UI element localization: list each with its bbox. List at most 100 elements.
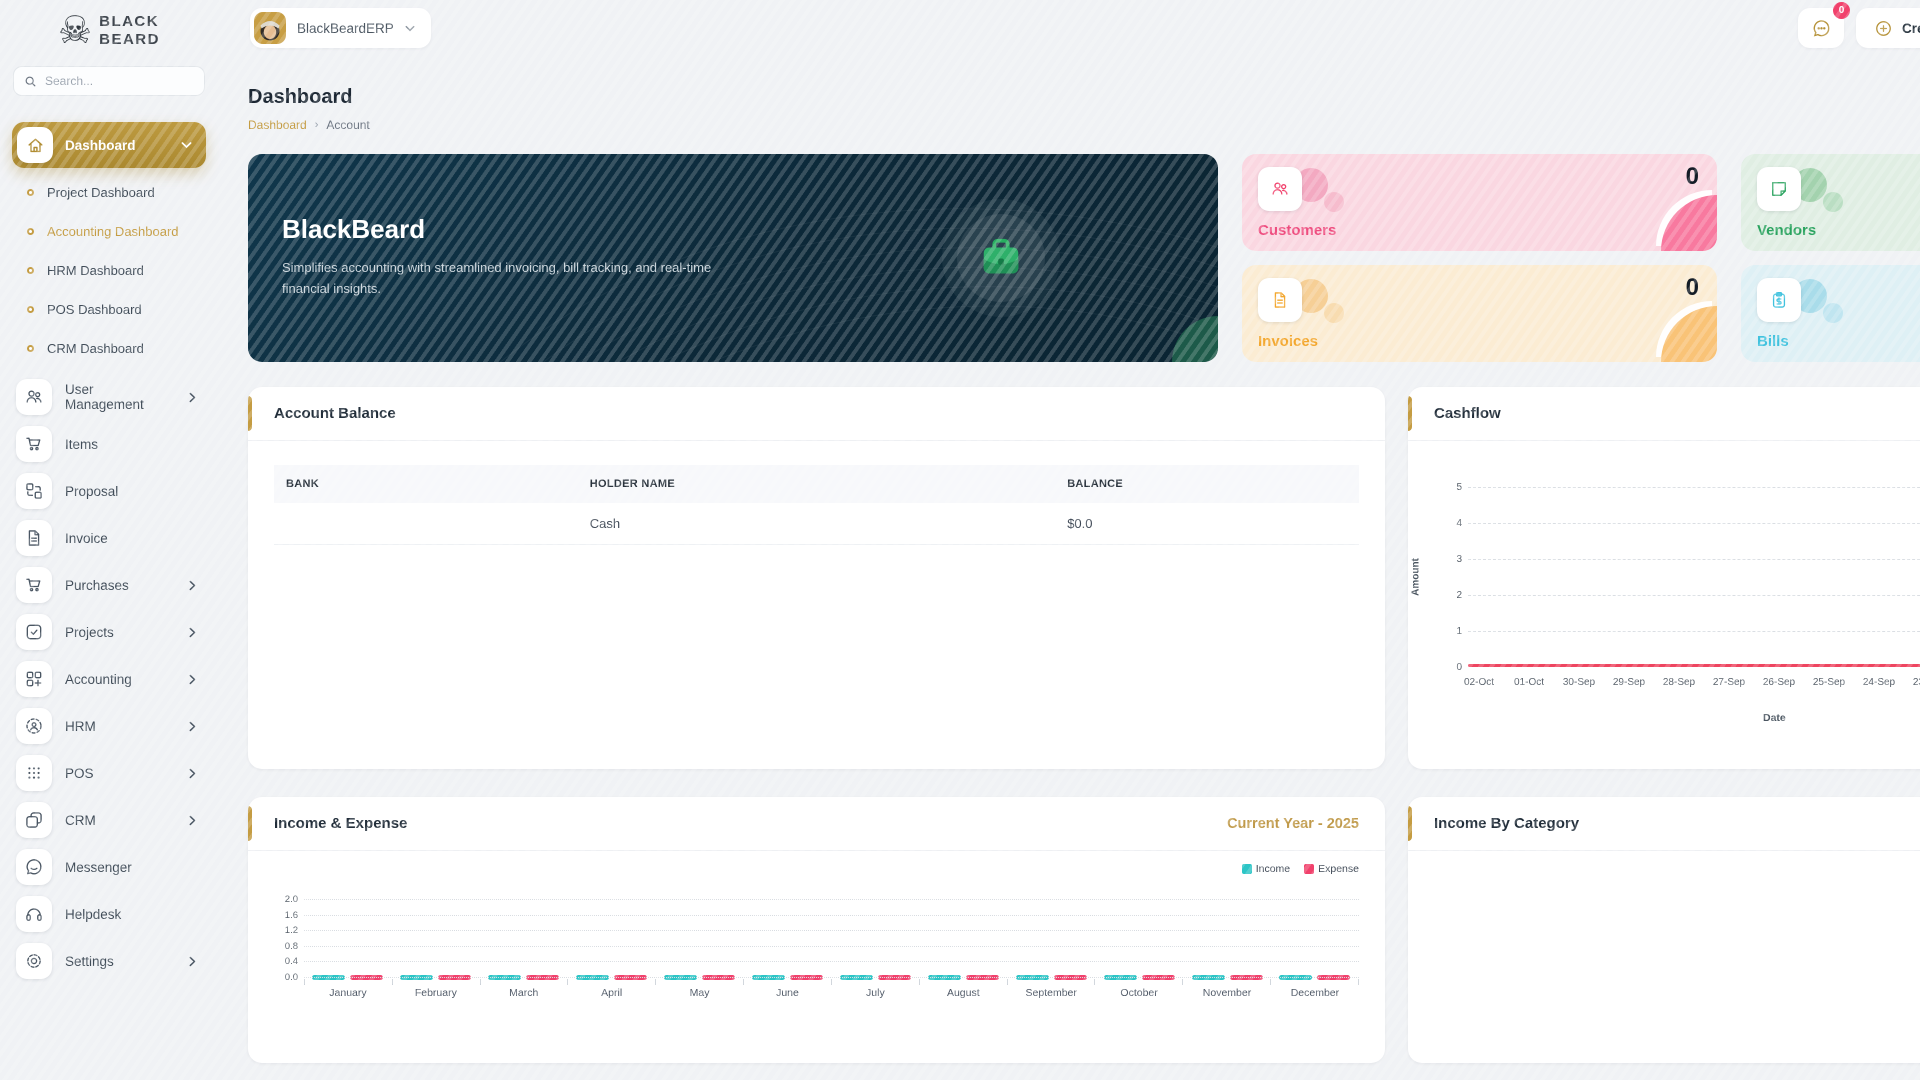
gridline — [1468, 595, 1920, 596]
page-title: Dashboard — [248, 86, 1920, 109]
sidebar-menu: User Management Items Proposal Invoice P… — [0, 374, 218, 984]
hero-banner: BlackBeard Simplifies accounting with st… — [248, 154, 1218, 362]
y-tick-label: 0 — [1442, 662, 1462, 673]
x-tick-label: 25-Sep — [1804, 677, 1854, 688]
sidebar-item-pos[interactable]: POS — [12, 750, 206, 796]
search-input[interactable] — [45, 74, 194, 88]
stat-card-vendors[interactable]: Vendors — [1741, 154, 1920, 251]
sidebar-search[interactable] — [13, 66, 205, 96]
x-tick-label: February — [401, 987, 471, 999]
gridline — [304, 961, 1359, 962]
hero-description: Simplifies accounting with streamlined i… — [282, 258, 712, 300]
chevron-down-icon — [181, 141, 192, 149]
sidebar-subitem-crm-dashboard[interactable]: CRM Dashboard — [0, 329, 218, 368]
sidebar-item-label: Dashboard — [65, 138, 136, 153]
breadcrumb-dashboard-link[interactable]: Dashboard — [248, 118, 307, 132]
gridline — [304, 946, 1359, 947]
chat-bubble-icon — [1811, 18, 1832, 39]
cell-bank — [274, 503, 578, 545]
person-circle-icon — [16, 708, 52, 744]
skull-logo-icon: ☠ — [58, 12, 92, 50]
x-tick-label: 27-Sep — [1704, 677, 1754, 688]
y-tick-label: 5 — [1442, 482, 1462, 493]
sidebar-item-hrm[interactable]: HRM — [12, 703, 206, 749]
top-actions: 0 Create Wo — [1798, 8, 1920, 48]
corner-shape — [1661, 195, 1717, 251]
legend-item-income: Income — [1242, 863, 1290, 875]
table-row: Cash $0.0 — [274, 503, 1359, 545]
cart-icon — [16, 426, 52, 462]
sidebar-item-dashboard[interactable]: Dashboard — [12, 122, 206, 168]
chevron-down-icon — [405, 25, 415, 32]
cashflow-chart: Amount 543210 — [1468, 487, 1920, 667]
sidebar-subitem-accounting-dashboard[interactable]: Accounting Dashboard — [0, 212, 218, 251]
sidebar-subitem-hrm-dashboard[interactable]: HRM Dashboard — [0, 251, 218, 290]
sidebar-subitem-project-dashboard[interactable]: Project Dashboard — [0, 173, 218, 212]
y-tick-label: 0.8 — [276, 941, 298, 952]
notifications-button[interactable]: 0 — [1798, 8, 1844, 48]
income-by-category-title: Income By Category — [1434, 815, 1579, 832]
users-icon — [1258, 167, 1302, 211]
income-expense-subtitle: Current Year - 2025 — [1227, 816, 1359, 832]
chevron-right-icon — [189, 768, 196, 779]
sidebar-item-settings[interactable]: Settings — [12, 938, 206, 984]
clipboard-dollar-icon — [1757, 278, 1801, 322]
stat-label: Vendors — [1757, 222, 1816, 239]
note-icon — [1757, 167, 1801, 211]
table-column-header: BALANCE — [1055, 465, 1359, 503]
y-tick-label: 1.2 — [276, 925, 298, 936]
grid-plus-icon — [16, 661, 52, 697]
create-workspace-button[interactable]: Create Wo — [1856, 8, 1920, 48]
cashflow-x-axis: 02-Oct01-Oct30-Sep29-Sep28-Sep27-Sep26-S… — [1454, 677, 1920, 688]
sidebar-item-items[interactable]: Items — [12, 421, 206, 467]
stat-card-bills[interactable]: Bills — [1741, 265, 1920, 362]
users-icon — [16, 379, 52, 415]
search-icon — [24, 75, 37, 88]
sidebar-item-accounting[interactable]: Accounting — [12, 656, 206, 702]
sidebar-item-purchases[interactable]: Purchases — [12, 562, 206, 608]
bullet-icon — [27, 306, 34, 313]
account-balance-card: Account Balance BANKHOLDER NAMEBALANCE C… — [248, 387, 1385, 769]
chevron-right-icon — [189, 956, 196, 967]
cell-balance: $0.0 — [1055, 503, 1359, 545]
x-tick-label: September — [1016, 987, 1086, 999]
sidebar-item-user-management[interactable]: User Management — [12, 374, 206, 420]
breadcrumb: Dashboard › Account — [248, 118, 1920, 132]
x-tick-label: 26-Sep — [1754, 677, 1804, 688]
sidebar-item-helpdesk[interactable]: Helpdesk — [12, 891, 206, 937]
briefcase-icon — [978, 235, 1024, 281]
decor-circle — [1823, 192, 1843, 212]
headset-icon — [16, 896, 52, 932]
breadcrumb-current: Account — [326, 118, 369, 132]
app-logo: ☠ BLACKBEARD — [0, 12, 218, 50]
sidebar-item-messenger[interactable]: Messenger — [12, 844, 206, 890]
y-tick-label: 1.6 — [276, 910, 298, 921]
sidebar-item-crm[interactable]: CRM — [12, 797, 206, 843]
sidebar-item-proposal[interactable]: Proposal — [12, 468, 206, 514]
chevron-right-icon — [189, 392, 196, 403]
x-tick-label: June — [752, 987, 822, 999]
income-expense-legend: Income Expense — [274, 863, 1359, 875]
income-by-category-card: Income By Category — [1408, 797, 1920, 1063]
create-workspace-label: Create Wo — [1902, 21, 1920, 36]
y-tick-label: 2.0 — [276, 894, 298, 905]
bullet-icon — [27, 189, 34, 196]
card-accent-bar — [248, 396, 252, 431]
gridline — [304, 930, 1359, 931]
y-tick-label: 3 — [1442, 554, 1462, 565]
stat-card-invoices[interactable]: 0 Invoices — [1242, 265, 1717, 362]
sidebar-nav: Dashboard Project Dashboard Accounting D… — [0, 122, 218, 984]
stat-value: 0 — [1686, 274, 1699, 302]
workspace-selector[interactable]: BlackBeardERP — [250, 8, 431, 48]
document-icon — [1258, 278, 1302, 322]
sidebar-item-invoice[interactable]: Invoice — [12, 515, 206, 561]
sidebar-item-projects[interactable]: Projects — [12, 609, 206, 655]
y-tick-label: 1 — [1442, 626, 1462, 637]
stat-card-customers[interactable]: 0 Customers — [1242, 154, 1717, 251]
notification-badge: 0 — [1833, 2, 1850, 19]
sidebar: ☠ BLACKBEARD Dashboard Project Dashboard… — [0, 0, 218, 1080]
legend-swatch — [1242, 864, 1252, 874]
gridline — [1468, 559, 1920, 560]
sidebar-subitem-pos-dashboard[interactable]: POS Dashboard — [0, 290, 218, 329]
x-tick-label: November — [1192, 987, 1262, 999]
